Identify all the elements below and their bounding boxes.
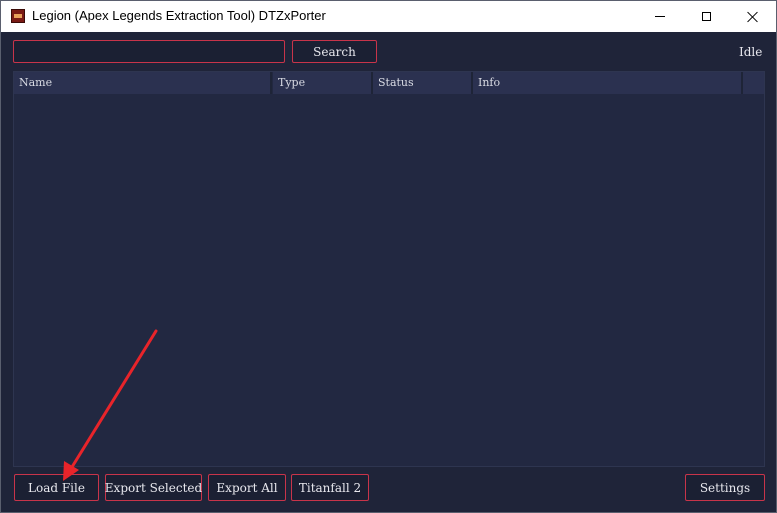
settings-button[interactable]: Settings (685, 474, 765, 501)
minimize-button[interactable] (637, 1, 683, 32)
window-title: Legion (Apex Legends Extraction Tool) DT… (32, 8, 326, 23)
status-label: Idle (739, 45, 763, 59)
table-header: Name Type Status Info (14, 72, 764, 94)
column-header-status[interactable]: Status (373, 72, 473, 94)
maximize-icon (701, 12, 711, 21)
maximize-button[interactable] (683, 1, 729, 32)
table-body[interactable] (14, 94, 764, 466)
search-input[interactable] (13, 40, 285, 63)
title-bar[interactable]: Legion (Apex Legends Extraction Tool) DT… (1, 1, 776, 32)
column-header-name[interactable]: Name (14, 72, 272, 94)
legion-app-icon (11, 9, 25, 23)
minimize-icon (655, 16, 665, 17)
column-header-type[interactable]: Type (273, 72, 373, 94)
export-all-button[interactable]: Export All (208, 474, 286, 501)
export-selected-button[interactable]: Export Selected (105, 474, 202, 501)
asset-table[interactable]: Name Type Status Info (13, 71, 765, 467)
titanfall-2-button[interactable]: Titanfall 2 (291, 474, 369, 501)
load-file-button[interactable]: Load File (14, 474, 99, 501)
close-button[interactable] (730, 1, 776, 32)
close-icon (747, 11, 759, 23)
column-header-info[interactable]: Info (473, 72, 743, 94)
search-button[interactable]: Search (292, 40, 377, 63)
column-header-extra[interactable] (743, 72, 764, 94)
app-window: Legion (Apex Legends Extraction Tool) DT… (0, 0, 777, 513)
